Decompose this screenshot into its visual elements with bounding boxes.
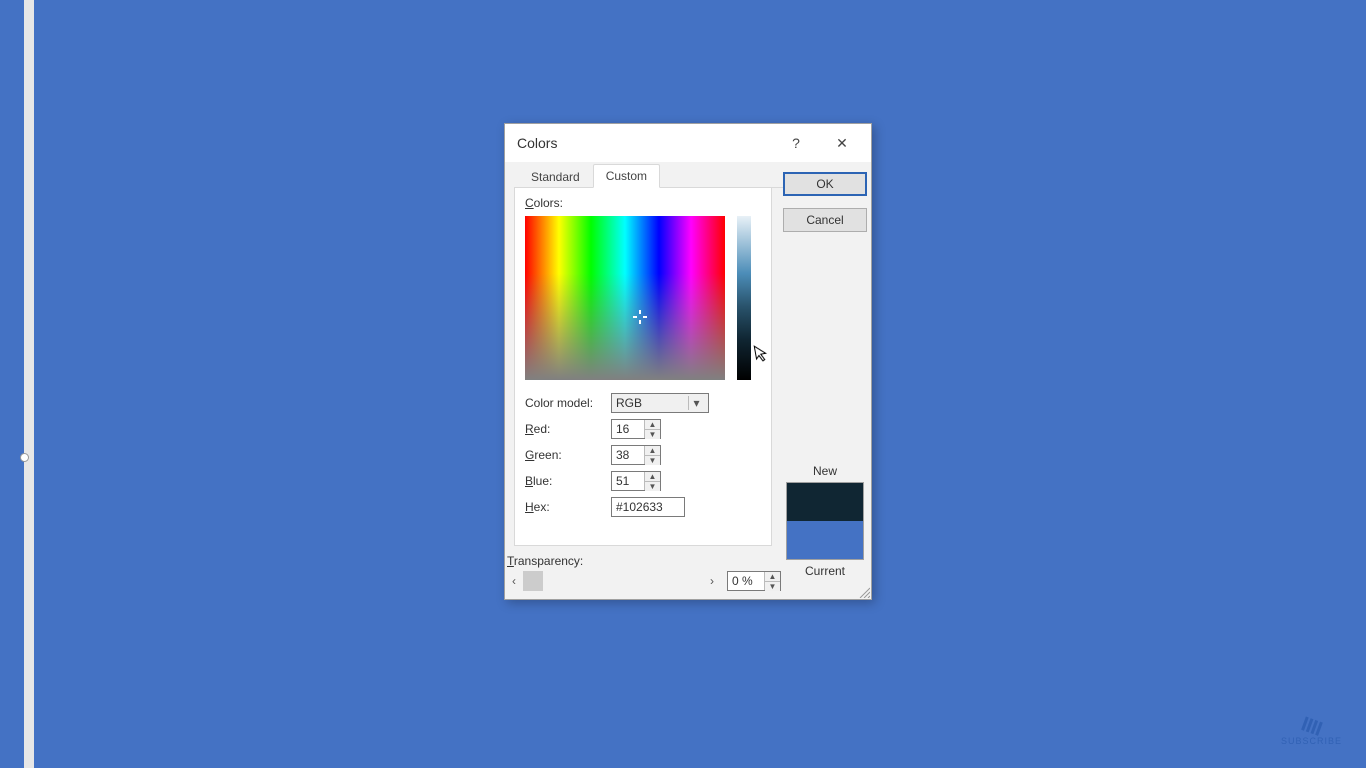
luminance-slider[interactable] (737, 216, 751, 380)
new-label: New (783, 464, 867, 478)
chevron-down-icon: ▾ (688, 396, 704, 410)
red-spinner[interactable]: ▲▼ (644, 420, 660, 438)
color-gradient-field[interactable] (525, 216, 725, 380)
new-color-swatch (787, 483, 863, 521)
colors-dialog: Colors ? ✕ Standard Custom OK Cancel Col… (504, 123, 872, 600)
watermark: SUBSCRIBE (1281, 719, 1342, 746)
dialog-title: Colors (517, 135, 773, 151)
close-button[interactable]: ✕ (819, 128, 865, 158)
gradient-crosshair-icon (633, 310, 647, 324)
transparency-group: Transparency: ‹ › 0 % ▲▼ (505, 554, 781, 592)
blue-label: Blue: (525, 474, 611, 488)
ok-button[interactable]: OK (783, 172, 867, 196)
transparency-decrease-button[interactable]: ‹ (505, 571, 523, 591)
resize-grip-icon[interactable] (858, 586, 870, 598)
blue-spinner[interactable]: ▲▼ (644, 472, 660, 490)
red-input[interactable]: 16 ▲▼ (611, 419, 661, 439)
transparency-input[interactable]: 0 % ▲▼ (727, 571, 781, 591)
tab-standard[interactable]: Standard (518, 165, 593, 188)
vertical-ruler (24, 0, 34, 768)
color-fields: Color model: RGB ▾ Red: 16 ▲▼ Green: (525, 390, 761, 520)
transparency-track[interactable] (523, 571, 703, 591)
green-spinner[interactable]: ▲▼ (644, 446, 660, 464)
green-label: Green: (525, 448, 611, 462)
green-input[interactable]: 38 ▲▼ (611, 445, 661, 465)
dialog-titlebar[interactable]: Colors ? ✕ (505, 124, 871, 162)
custom-panel: Colors: Color model: RGB ▾ (514, 188, 772, 546)
mouse-cursor-icon (753, 343, 771, 368)
colors-label: Colors: (525, 196, 761, 210)
ruler-handle[interactable] (20, 453, 29, 462)
current-color-swatch (787, 521, 863, 559)
color-model-label: Color model: (525, 396, 611, 410)
color-model-select[interactable]: RGB ▾ (611, 393, 709, 413)
transparency-label: Transparency: (505, 554, 781, 570)
help-button[interactable]: ? (773, 128, 819, 158)
cancel-button[interactable]: Cancel (783, 208, 867, 232)
current-label: Current (783, 564, 867, 578)
blue-input[interactable]: 51 ▲▼ (611, 471, 661, 491)
hex-label: Hex: (525, 500, 611, 514)
transparency-thumb[interactable] (523, 571, 543, 591)
transparency-increase-button[interactable]: › (703, 571, 721, 591)
tab-custom[interactable]: Custom (593, 164, 660, 188)
color-preview: New Current (783, 464, 867, 578)
dialog-body: Standard Custom OK Cancel Colors: Color … (505, 162, 871, 599)
red-label: Red: (525, 422, 611, 436)
hex-input[interactable]: #102633 (611, 497, 685, 517)
transparency-spinner[interactable]: ▲▼ (764, 572, 780, 590)
